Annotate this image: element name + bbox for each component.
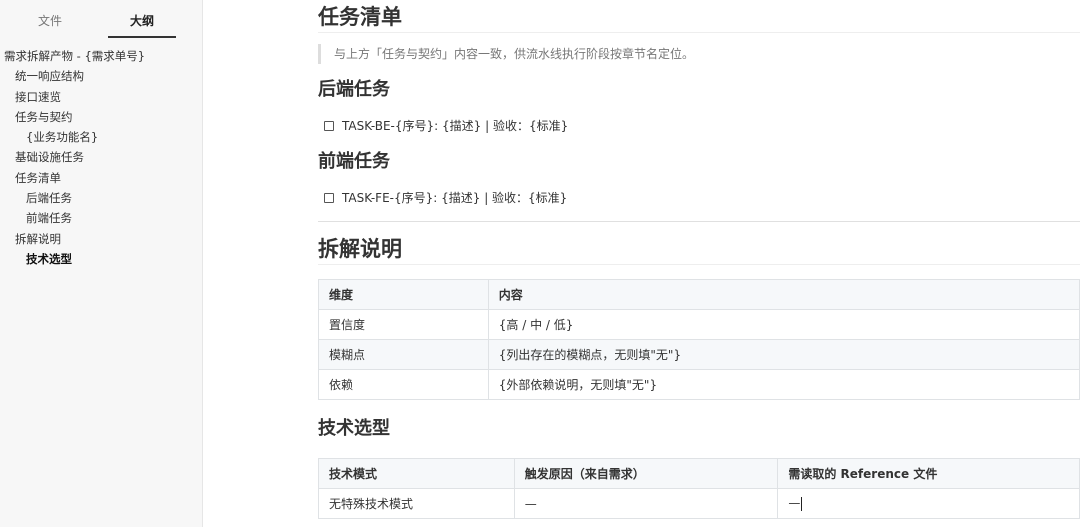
task-text-backend: TASK-BE-{序号}: {描述} | 验收：{标准} <box>342 119 569 133</box>
table-cell[interactable]: 置信度 <box>318 309 489 340</box>
outline-item-backend-tasks[interactable]: 后端任务 <box>0 188 203 208</box>
table-cell[interactable]: 无特殊技术模式 <box>318 488 515 519</box>
outline-item-infrastructure[interactable]: 基础设施任务 <box>0 147 203 167</box>
table-header-cell: 触发原因（来自需求） <box>513 458 779 489</box>
breakdown-table: 维度 内容 置信度 {高 / 中 / 低} 模糊点 {列出存在的模糊点，无则填"… <box>318 279 1080 400</box>
table-cell[interactable]: — <box>513 488 779 519</box>
task-checkbox-frontend[interactable] <box>324 192 334 203</box>
heading-frontend-tasks: 前端任务 <box>318 151 390 172</box>
table-cell[interactable]: 模糊点 <box>318 339 489 370</box>
markdown-editor-window: 文件 大纲 需求拆解产物 - {需求单号} 统一响应结构 接口速览 任务与契约 … <box>0 0 1080 527</box>
sidebar-tabs: 文件 大纲 <box>0 0 203 40</box>
outline-item-api-overview[interactable]: 接口速览 <box>0 87 203 107</box>
heading-tech-selection: 技术选型 <box>318 418 390 439</box>
tab-outline[interactable]: 大纲 <box>108 10 176 38</box>
table-header-row: 技术模式 触发原因（来自需求） 需读取的 Reference 文件 <box>318 458 1080 489</box>
task-checkbox-backend[interactable] <box>324 120 334 131</box>
table-row: 置信度 {高 / 中 / 低} <box>318 309 1080 340</box>
table-cell[interactable]: 依赖 <box>318 369 489 400</box>
outline-item-tasks-contracts[interactable]: 任务与契约 <box>0 107 203 127</box>
outline-list: 需求拆解产物 - {需求单号} 统一响应结构 接口速览 任务与契约 {业务功能名… <box>0 46 203 269</box>
tab-files[interactable]: 文件 <box>14 10 86 36</box>
table-header-cell: 需读取的 Reference 文件 <box>777 458 1080 489</box>
tech-selection-table: 技术模式 触发原因（来自需求） 需读取的 Reference 文件 无特殊技术模… <box>318 458 1080 519</box>
table-cell-text: — <box>788 496 801 511</box>
document-editor[interactable]: 任务清单 与上方「任务与契约」内容一致，供流水线执行阶段按章节名定位。 后端任务… <box>318 0 1080 527</box>
heading-task-list: 任务清单 <box>318 2 1080 33</box>
table-header-cell: 内容 <box>487 279 1080 310</box>
heading-breakdown-notes: 拆解说明 <box>318 234 1080 265</box>
sidebar: 文件 大纲 需求拆解产物 - {需求单号} 统一响应结构 接口速览 任务与契约 … <box>0 0 203 527</box>
task-item-backend: TASK-BE-{序号}: {描述} | 验收：{标准} <box>324 116 568 136</box>
text-cursor <box>801 496 803 511</box>
table-header-cell: 技术模式 <box>318 458 515 489</box>
outline-item-response-structure[interactable]: 统一响应结构 <box>0 66 203 86</box>
task-text-frontend: TASK-FE-{序号}: {描述} | 验收：{标准} <box>342 191 568 205</box>
table-cell[interactable]: {外部依赖说明，无则填"无"} <box>487 369 1080 400</box>
outline-item-tech-selection[interactable]: 技术选型 <box>0 249 203 269</box>
outline-item-task-list[interactable]: 任务清单 <box>0 168 203 188</box>
outline-item-business-feature[interactable]: {业务功能名} <box>0 127 203 147</box>
horizontal-rule <box>318 221 1080 222</box>
table-row: 模糊点 {列出存在的模糊点，无则填"无"} <box>318 339 1080 370</box>
outline-item-doc-title[interactable]: 需求拆解产物 - {需求单号} <box>0 46 203 66</box>
table-header-cell: 维度 <box>318 279 489 310</box>
table-row: 无特殊技术模式 — — <box>318 488 1080 519</box>
table-cell[interactable]: {高 / 中 / 低} <box>487 309 1080 340</box>
task-item-frontend: TASK-FE-{序号}: {描述} | 验收：{标准} <box>324 188 567 208</box>
table-header-row: 维度 内容 <box>318 279 1080 310</box>
heading-backend-tasks: 后端任务 <box>318 79 390 100</box>
outline-item-frontend-tasks[interactable]: 前端任务 <box>0 208 203 228</box>
table-cell-active[interactable]: — <box>777 488 1080 519</box>
table-cell[interactable]: {列出存在的模糊点，无则填"无"} <box>487 339 1080 370</box>
outline-item-breakdown-notes[interactable]: 拆解说明 <box>0 229 203 249</box>
table-row: 依赖 {外部依赖说明，无则填"无"} <box>318 369 1080 400</box>
blockquote-note: 与上方「任务与契约」内容一致，供流水线执行阶段按章节名定位。 <box>318 44 694 64</box>
